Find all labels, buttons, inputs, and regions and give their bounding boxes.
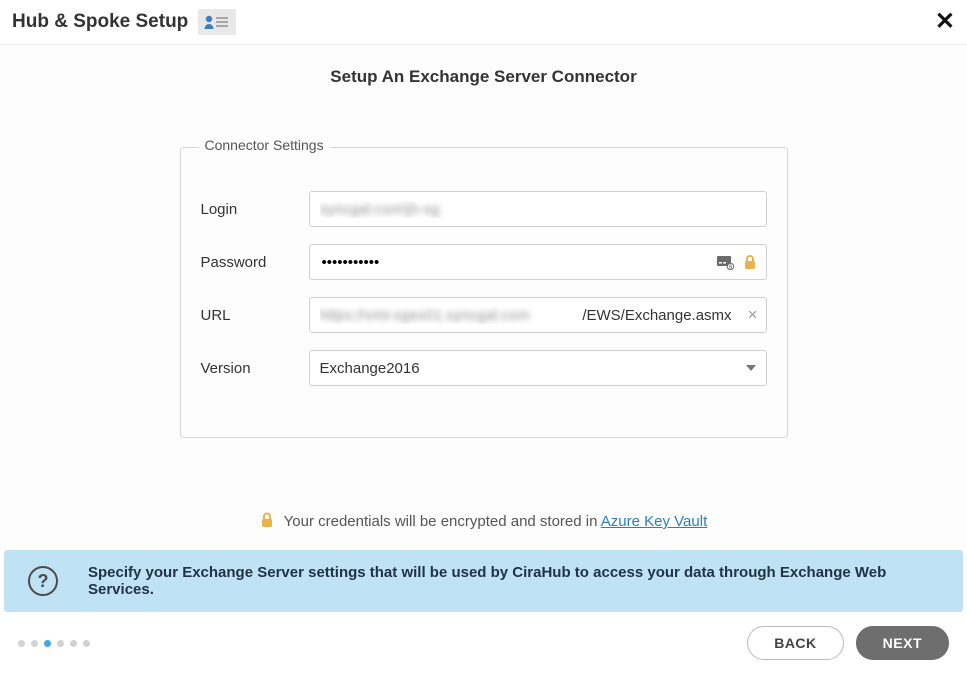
close-icon[interactable]: ✕ bbox=[935, 10, 955, 34]
step-dot bbox=[44, 640, 51, 647]
step-dot bbox=[70, 640, 77, 647]
version-value: Exchange2016 bbox=[320, 360, 746, 377]
credentials-note: Your credentials will be encrypted and s… bbox=[0, 511, 967, 533]
help-text: Specify your Exchange Server settings th… bbox=[88, 564, 939, 598]
contact-list-icon bbox=[198, 9, 236, 35]
login-input[interactable] bbox=[309, 191, 767, 227]
lock-icon[interactable] bbox=[740, 254, 760, 270]
fieldset-legend: Connector Settings bbox=[199, 137, 330, 153]
version-label: Version bbox=[201, 360, 309, 377]
password-input[interactable] bbox=[320, 253, 712, 272]
step-dot bbox=[83, 640, 90, 647]
url-suffix: /EWS/Exchange.asmx bbox=[574, 307, 739, 324]
step-dot bbox=[57, 640, 64, 647]
help-banner: ? Specify your Exchange Server settings … bbox=[4, 550, 963, 612]
wizard-title: Hub & Spoke Setup bbox=[12, 11, 188, 33]
connector-settings-fieldset: Connector Settings Login Password bbox=[180, 147, 788, 438]
page-title: Setup An Exchange Server Connector bbox=[0, 67, 967, 87]
step-dot bbox=[31, 640, 38, 647]
clear-url-icon[interactable]: × bbox=[740, 305, 766, 325]
step-dot bbox=[18, 640, 25, 647]
secret-store-icon[interactable]: S bbox=[716, 254, 736, 270]
back-button[interactable]: BACK bbox=[747, 626, 843, 660]
version-select[interactable]: Exchange2016 bbox=[309, 350, 767, 386]
credentials-note-text: Your credentials will be encrypted and s… bbox=[284, 513, 601, 530]
chevron-down-icon bbox=[746, 365, 756, 371]
next-button[interactable]: NEXT bbox=[856, 626, 949, 660]
password-label: Password bbox=[201, 254, 309, 271]
azure-key-vault-link[interactable]: Azure Key Vault bbox=[601, 513, 707, 530]
login-label: Login bbox=[201, 201, 309, 218]
step-dots bbox=[18, 640, 90, 647]
help-icon: ? bbox=[28, 566, 58, 596]
lock-icon bbox=[260, 511, 274, 533]
url-input[interactable] bbox=[310, 307, 575, 324]
url-label: URL bbox=[201, 307, 309, 324]
